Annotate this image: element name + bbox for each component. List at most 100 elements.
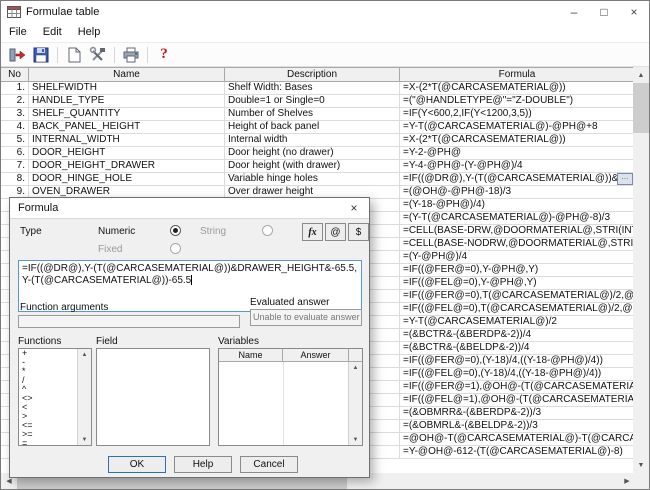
minimize-button[interactable]: – bbox=[559, 1, 589, 23]
formula-text: =Y-T(@CARCASEMATERIAL@)/2 bbox=[403, 316, 557, 328]
cell-description: Number of Shelves bbox=[225, 108, 400, 120]
table-row[interactable]: 5.INTERNAL_WIDTHInternal width=X-(2*T(@C… bbox=[1, 134, 635, 147]
cell-description: Internal width bbox=[225, 134, 400, 146]
menu-edit[interactable]: Edit bbox=[35, 23, 70, 42]
cell-description: Shelf Width: Bases bbox=[225, 82, 400, 94]
cell-formula: =@OH@-T(@CARCASEMATERIAL@)-T(@CARCASEMAT… bbox=[400, 433, 635, 445]
function-item[interactable]: - bbox=[19, 358, 78, 367]
menu-file[interactable]: File bbox=[1, 23, 35, 42]
header-name[interactable]: Name bbox=[29, 68, 225, 81]
scroll-down-icon[interactable]: ▼ bbox=[349, 434, 362, 445]
vertical-scroll-thumb[interactable] bbox=[633, 83, 649, 133]
cell-description: Door height (with drawer) bbox=[225, 160, 400, 172]
cell-formula: =CELL(BASE-NODRW,@DOORMATERIAL@,STRI(INT… bbox=[400, 238, 635, 250]
scrollbar-corner bbox=[633, 473, 649, 489]
cell-formula: =(&OBMRL&-(&BELDP&-2))/3 bbox=[400, 420, 635, 432]
cell-no: 3. bbox=[1, 108, 29, 120]
scroll-up-icon[interactable]: ▲ bbox=[633, 67, 649, 83]
table-row[interactable]: 7.DOOR_HEIGHT_DRAWERDoor height (with dr… bbox=[1, 160, 635, 173]
cell-formula: =(&BCTR&-(&BERDP&-2))/4 bbox=[400, 329, 635, 341]
scroll-down-icon[interactable]: ▼ bbox=[633, 457, 649, 473]
cell-formula: =Y-4-@PH@-(Y-@PH@)/4 bbox=[400, 160, 635, 172]
function-item[interactable]: < bbox=[19, 403, 78, 412]
toolbar: ? bbox=[1, 42, 649, 67]
column-divider bbox=[283, 362, 284, 445]
variables-header-answer[interactable]: Answer bbox=[283, 349, 349, 361]
formula-text: =Y-T(@CARCASEMATERIAL@)-@PH@+8 bbox=[403, 121, 598, 133]
ok-button[interactable]: OK bbox=[108, 456, 166, 473]
help-icon[interactable]: ? bbox=[152, 44, 176, 66]
tools-icon[interactable] bbox=[86, 44, 110, 66]
insert-at-button[interactable]: @ bbox=[325, 223, 346, 241]
maximize-button[interactable]: □ bbox=[589, 1, 619, 23]
cell-formula: =(Y-@PH@)/4 bbox=[400, 251, 635, 263]
toolbar-separator bbox=[147, 47, 148, 63]
evaluated-answer-label: Evaluated answer bbox=[250, 297, 330, 308]
vertical-scrollbar[interactable]: ▲ ▼ bbox=[633, 67, 649, 473]
table-row[interactable]: 3.SHELF_QUANTITYNumber of Shelves=IF(Y<6… bbox=[1, 108, 635, 121]
cell-formula: =X-(2*T(@CARCASEMATERIAL@)) bbox=[400, 82, 635, 94]
formula-text: =(Y-@PH@)/4 bbox=[403, 251, 467, 263]
formula-edit-button[interactable]: … bbox=[617, 173, 633, 185]
cell-formula: =("@HANDLETYPE@"="Z-DOUBLE") bbox=[400, 95, 635, 107]
scroll-up-icon[interactable]: ▲ bbox=[78, 349, 91, 360]
cell-name: BACK_PANEL_HEIGHT bbox=[29, 121, 225, 133]
radio-fixed[interactable] bbox=[170, 243, 181, 254]
table-row[interactable]: 6.DOOR_HEIGHTDoor height (no drawer)=Y-2… bbox=[1, 147, 635, 160]
formula-text: =("@HANDLETYPE@"="Z-DOUBLE") bbox=[403, 95, 573, 107]
formula-text: =(&OBMRR&-(&BERDP&-2))/3 bbox=[403, 407, 541, 419]
cell-formula: =IF((@FER@=0),T(@CARCASEMATERIAL@)/2,@PH… bbox=[400, 290, 635, 302]
print-icon[interactable] bbox=[119, 44, 143, 66]
function-item[interactable]: / bbox=[19, 376, 78, 385]
title-bar[interactable]: Formulae table – □ × bbox=[1, 1, 649, 23]
variables-label: Variables bbox=[218, 336, 259, 347]
close-button[interactable]: × bbox=[619, 1, 649, 23]
radio-numeric[interactable] bbox=[170, 225, 181, 236]
scroll-down-icon[interactable]: ▼ bbox=[78, 434, 91, 445]
formula-text: =Y-4-@PH@-(Y-@PH@)/4 bbox=[403, 160, 523, 172]
function-item[interactable]: <> bbox=[19, 394, 78, 403]
insert-function-button[interactable]: fx bbox=[302, 223, 323, 241]
function-item[interactable]: * bbox=[19, 367, 78, 376]
dialog-close-icon[interactable]: × bbox=[339, 198, 369, 218]
dialog-title-bar[interactable]: Formula × bbox=[10, 198, 369, 219]
cell-formula: =(&OBMRR&-(&BERDP&-2))/3 bbox=[400, 407, 635, 419]
field-listbox[interactable] bbox=[96, 348, 210, 446]
table-row[interactable]: 1.SHELFWIDTHShelf Width: Bases=X-(2*T(@C… bbox=[1, 82, 635, 95]
variables-scrollbar[interactable]: ▲ ▼ bbox=[348, 362, 362, 445]
function-arguments-box bbox=[18, 315, 240, 328]
insert-dollar-button[interactable]: $ bbox=[348, 223, 369, 241]
cell-name: DOOR_HINGE_HOLE bbox=[29, 173, 225, 185]
functions-list: +-*/^<><><=>== bbox=[19, 349, 78, 445]
scroll-up-icon[interactable]: ▲ bbox=[349, 362, 362, 373]
header-description[interactable]: Description bbox=[225, 68, 400, 81]
function-item[interactable]: = bbox=[19, 439, 78, 445]
radio-label-numeric: Numeric bbox=[98, 226, 135, 237]
header-formula[interactable]: Formula bbox=[400, 68, 635, 81]
radio-label-fixed: Fixed bbox=[98, 244, 122, 255]
table-row[interactable]: 4.BACK_PANEL_HEIGHTHeight of back panel=… bbox=[1, 121, 635, 134]
formula-text: =(@OH@-@PH@-18)/3 bbox=[403, 186, 511, 198]
function-item[interactable]: >= bbox=[19, 430, 78, 439]
menu-help[interactable]: Help bbox=[70, 23, 109, 42]
header-no[interactable]: No bbox=[1, 68, 29, 81]
cell-formula: =Y-T(@CARCASEMATERIAL@)-@PH@+8 bbox=[400, 121, 635, 133]
window-title: Formulae table bbox=[26, 6, 99, 18]
function-item[interactable]: + bbox=[19, 349, 78, 358]
functions-listbox[interactable]: +-*/^<><><=>== ▲ ▼ bbox=[18, 348, 92, 446]
functions-scrollbar[interactable]: ▲ ▼ bbox=[77, 349, 91, 445]
variables-header-name[interactable]: Name bbox=[219, 349, 283, 361]
table-row[interactable]: 8.DOOR_HINGE_HOLEVariable hinge holes=IF… bbox=[1, 173, 635, 186]
new-document-icon[interactable] bbox=[62, 44, 86, 66]
cell-formula: =IF((@DR@),Y-(T(@CARCASEMATERIAL@))&DRAW… bbox=[400, 173, 635, 185]
table-row[interactable]: 2.HANDLE_TYPEDouble=1 or Single=0=("@HAN… bbox=[1, 95, 635, 108]
save-icon[interactable] bbox=[29, 44, 53, 66]
radio-string[interactable] bbox=[262, 225, 273, 236]
cell-no: 8. bbox=[1, 173, 29, 185]
import-icon[interactable] bbox=[5, 44, 29, 66]
variables-grid[interactable]: Name Answer ▲ ▼ bbox=[218, 348, 363, 446]
help-button[interactable]: Help bbox=[174, 456, 232, 473]
formula-dialog: Formula × Type Numeric String Fixed fx @… bbox=[9, 197, 370, 478]
cell-formula: =IF((@FEL@=0),(Y-18)/4,((Y-18-@PH@)/4)) bbox=[400, 368, 635, 380]
cancel-button[interactable]: Cancel bbox=[240, 456, 298, 473]
